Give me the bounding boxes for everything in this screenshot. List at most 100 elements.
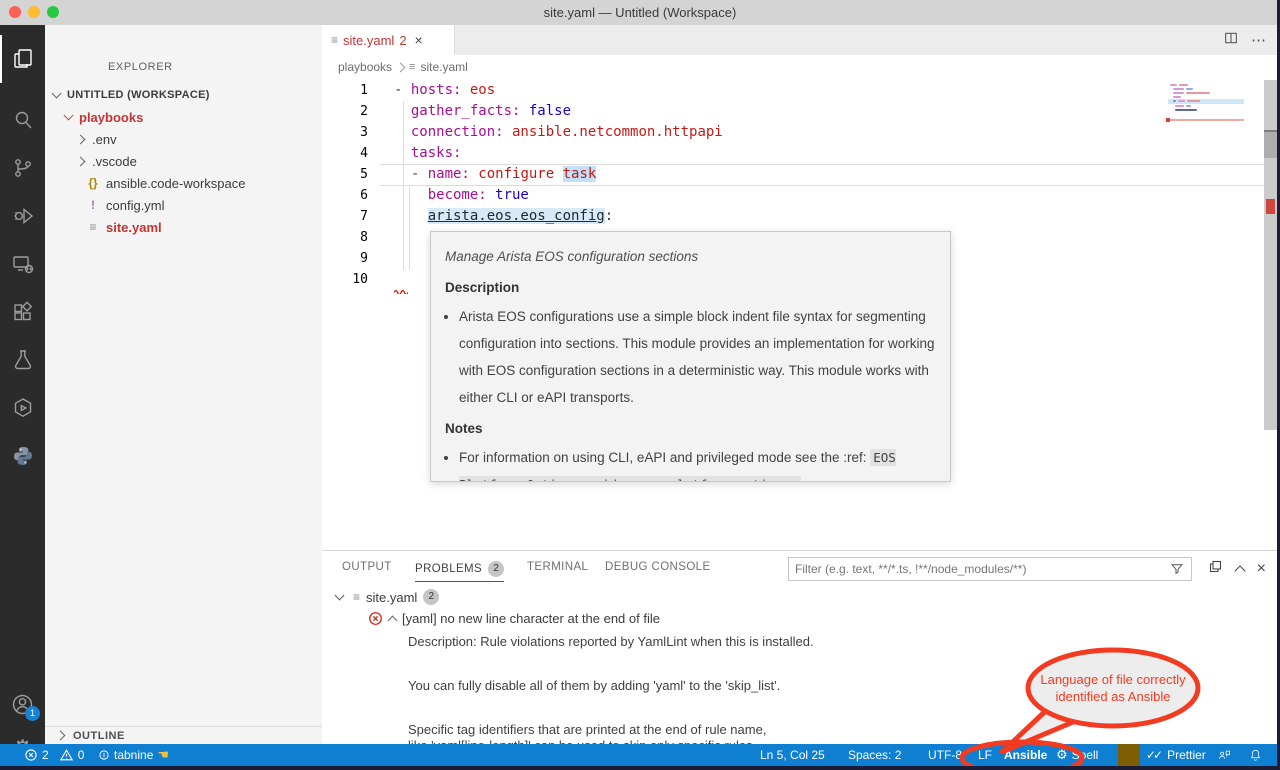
prettier-status[interactable]: ✓✓ Prettier — [1146, 744, 1206, 766]
package-icon[interactable] — [0, 384, 45, 432]
code-line[interactable]: gather_facts: false — [394, 101, 571, 122]
breadcrumb-file[interactable]: site.yaml — [420, 60, 467, 74]
yaml-file-icon: ≡ — [353, 590, 360, 604]
collapse-chevron-icon[interactable] — [388, 615, 398, 625]
yaml-file-icon: ≡ — [331, 33, 338, 47]
json-braces-icon: {} — [85, 176, 101, 190]
spell-gear-icon: ⚙ — [1056, 748, 1068, 763]
panel-chevron-up-icon[interactable] — [1234, 565, 1245, 576]
source-control-icon[interactable] — [0, 144, 45, 192]
code-line[interactable]: - name: configure task — [394, 164, 596, 185]
workspace-root-item[interactable]: UNTITLED (WORKSPACE) — [53, 84, 210, 106]
python-icon[interactable] — [0, 432, 45, 480]
tab-terminal[interactable]: TERMINAL — [527, 561, 588, 573]
line-number: 10 — [322, 269, 368, 290]
remote-explorer-icon[interactable] — [0, 240, 45, 288]
cursor-position-status[interactable]: Ln 5, Col 25 — [760, 744, 825, 766]
warning-count-icon — [59, 748, 74, 762]
maximize-panel-icon[interactable] — [1208, 559, 1223, 579]
tab-site-yaml[interactable]: ≡ site.yaml 2 × — [322, 25, 455, 55]
run-debug-icon[interactable] — [0, 192, 45, 240]
error-icon — [368, 611, 383, 626]
tab-problems[interactable]: PROBLEMS 2 — [415, 561, 504, 582]
activity-bar: 1 ⚙ 1 — [0, 25, 45, 766]
search-icon[interactable] — [0, 96, 45, 144]
overview-ruler-error-marker — [1266, 199, 1275, 214]
hover-title: Manage Arista EOS configuration sections — [445, 243, 936, 270]
sidebar-item-config-yml[interactable]: ! config.yml — [85, 194, 165, 216]
line-number: 5 — [322, 164, 368, 185]
breadcrumb-folder[interactable]: playbooks — [338, 60, 392, 74]
problems-filter — [788, 557, 1192, 581]
tab-output[interactable]: OUTPUT — [342, 561, 392, 573]
chevron-down-icon — [52, 89, 62, 99]
error-detail-line: Specific tag identifiers that are printe… — [408, 722, 766, 737]
chevron-right-icon — [56, 731, 66, 741]
error-detail-line: Description: Rule violations reported by… — [408, 634, 814, 649]
extensions-icon[interactable] — [0, 288, 45, 336]
line-number: 1 — [322, 80, 368, 101]
filter-funnel-icon[interactable] — [1163, 562, 1191, 576]
error-count-icon — [24, 748, 38, 762]
code-line[interactable]: connection: ansible.netcommon.httpapi — [394, 122, 723, 143]
code-line[interactable]: - hosts: eos — [394, 80, 495, 101]
eol-status[interactable]: LF — [978, 744, 992, 766]
chevron-right-icon — [76, 156, 86, 166]
line-number: 9 — [322, 248, 368, 269]
editor-more-actions-icon[interactable]: ⋯ — [1251, 31, 1266, 49]
line-number: 3 — [322, 122, 368, 143]
yaml-file-icon: ≡ — [85, 220, 101, 234]
close-panel-icon[interactable]: × — [1257, 560, 1266, 578]
tabnine-status[interactable]: tabnine ☚ — [98, 744, 169, 766]
tabnine-icon — [98, 749, 110, 761]
problems-file-name: site.yaml — [366, 590, 417, 605]
desktop-edge — [0, 766, 1280, 770]
code-line[interactable]: become: true — [394, 185, 529, 206]
accounts-icon[interactable]: 1 — [0, 680, 45, 728]
sidebar-item-env[interactable]: .env — [77, 128, 117, 150]
breadcrumb: playbooks ≡ site.yaml — [322, 55, 1280, 79]
split-editor-icon[interactable] — [1223, 30, 1239, 51]
hover-notes-heading: Notes — [445, 415, 936, 442]
indentation-status[interactable]: Spaces: 2 — [848, 744, 901, 766]
problems-status[interactable]: 2 0 — [24, 744, 84, 766]
problem-error-row[interactable]: [yaml] no new line character at the end … — [368, 611, 660, 626]
sidebar-item-ansible-code-workspace[interactable]: {} ansible.code-workspace — [85, 172, 245, 194]
line-number: 2 — [322, 101, 368, 122]
code-line[interactable]: arista.eos.eos_config: — [394, 206, 613, 227]
bottom-panel: OUTPUT PROBLEMS 2 TERMINAL DEBUG CONSOLE… — [322, 550, 1280, 744]
double-check-icon: ✓✓ — [1146, 748, 1160, 762]
line-number: 7 — [322, 206, 368, 227]
sidebar-item-playbooks[interactable]: playbooks — [65, 106, 143, 128]
window-title: site.yaml — Untitled (Workspace) — [0, 5, 1280, 20]
minimap[interactable] — [1170, 82, 1244, 130]
yaml-bang-icon: ! — [85, 198, 101, 212]
explorer-icon[interactable] — [0, 35, 45, 83]
line-number: 4 — [322, 143, 368, 164]
testing-icon[interactable] — [0, 336, 45, 384]
chevron-down-icon — [64, 111, 74, 121]
outline-section-header[interactable]: OUTLINE — [45, 726, 322, 744]
code-line[interactable]: tasks: — [394, 143, 461, 164]
hover-description-heading: Description — [445, 274, 936, 301]
problems-filter-input[interactable] — [789, 562, 1163, 576]
close-icon[interactable]: × — [415, 32, 423, 48]
editor-tab-bar: ≡ site.yaml 2 × ⋯ — [322, 25, 1280, 55]
spell-checker-status[interactable]: ⚙ Spell — [1056, 744, 1098, 766]
status-bar: 2 0 tabnine ☚ Ln 5, Col 25 Spaces: 2 UTF… — [0, 744, 1280, 766]
language-mode-status[interactable]: Ansible — [1004, 744, 1047, 766]
encoding-status[interactable]: UTF-8 — [928, 744, 962, 766]
feedback-icon[interactable] — [1216, 744, 1232, 766]
sidebar-item-site-yaml[interactable]: ≡ site.yaml — [85, 216, 162, 238]
module-link[interactable]: arista.eos.eos_config — [428, 208, 605, 224]
notifications-bell-icon[interactable] — [1248, 744, 1263, 766]
sidebar-item-vscode[interactable]: .vscode — [77, 150, 137, 172]
annotation-text: Language of file correctly identified as… — [1018, 671, 1208, 705]
tab-debug-console[interactable]: DEBUG CONSOLE — [605, 561, 711, 573]
code-editor[interactable]: 1 2 3 4 5 6 7 8 9 10 - hosts: eos gather… — [322, 79, 1280, 550]
title-bar: site.yaml — Untitled (Workspace) — [0, 0, 1280, 26]
editor-scrollbar-thumb[interactable] — [1264, 130, 1277, 158]
hover-note-1: For information on using CLI, eAPI and p… — [459, 444, 936, 482]
problems-file-row[interactable]: ≡ site.yaml 2 — [336, 589, 439, 605]
error-message: [yaml] no new line character at the end … — [402, 611, 660, 626]
